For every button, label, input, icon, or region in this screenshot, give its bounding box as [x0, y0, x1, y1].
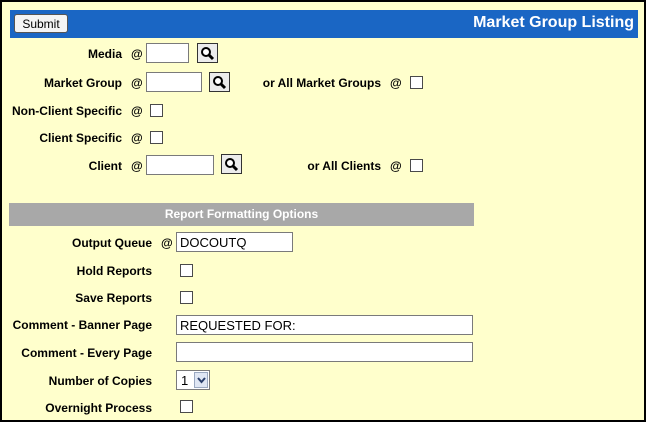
copies-value: 1 [181, 373, 189, 388]
copies-label: Number of Copies [48, 374, 152, 388]
comment-banner-input[interactable] [176, 315, 473, 335]
hold-reports-checkbox[interactable] [180, 264, 193, 277]
title-bar: Submit Market Group Listing [10, 10, 638, 38]
copies-select[interactable]: 1 [176, 370, 210, 390]
output-queue-input[interactable] [176, 232, 293, 252]
all-clients-label: or All Clients [307, 159, 381, 173]
client-specific-at: @ [131, 131, 143, 145]
non-client-specific-at: @ [131, 104, 143, 118]
media-lookup-button[interactable] [197, 43, 218, 63]
client-lookup-button[interactable] [221, 154, 242, 174]
client-label: Client [88, 159, 122, 173]
market-group-input[interactable] [146, 72, 202, 92]
media-input[interactable] [146, 43, 189, 63]
output-queue-at: @ [161, 236, 173, 250]
media-at: @ [131, 47, 143, 61]
all-clients-checkbox[interactable] [410, 159, 423, 172]
output-queue-label: Output Queue [72, 236, 152, 250]
all-market-groups-checkbox[interactable] [410, 76, 423, 89]
all-clients-at: @ [390, 159, 402, 173]
save-reports-label: Save Reports [75, 291, 152, 305]
client-specific-checkbox[interactable] [150, 131, 163, 144]
submit-button[interactable]: Submit [14, 14, 68, 33]
magnifier-icon [213, 76, 227, 90]
non-client-specific-label: Non-Client Specific [11, 104, 122, 118]
client-input[interactable] [146, 155, 214, 175]
market-group-at: @ [131, 76, 143, 90]
all-market-groups-at: @ [390, 76, 402, 90]
market-group-label: Market Group [43, 76, 122, 90]
media-label: Media [87, 47, 122, 61]
market-group-lookup-button[interactable] [209, 72, 230, 92]
hold-reports-label: Hold Reports [76, 264, 152, 278]
client-specific-label: Client Specific [39, 131, 122, 145]
chevron-down-icon[interactable] [194, 372, 208, 388]
magnifier-icon [201, 47, 215, 61]
magnifier-icon [225, 158, 239, 172]
comment-banner-label: Comment - Banner Page [12, 318, 152, 332]
page-title: Market Group Listing [473, 14, 634, 31]
client-at: @ [131, 159, 143, 173]
non-client-specific-checkbox[interactable] [150, 104, 163, 117]
overnight-checkbox[interactable] [180, 400, 193, 413]
comment-every-label: Comment - Every Page [21, 346, 152, 360]
overnight-label: Overnight Process [45, 401, 152, 415]
report-formatting-header: Report Formatting Options [9, 203, 474, 226]
save-reports-checkbox[interactable] [180, 291, 193, 304]
comment-every-input[interactable] [176, 342, 473, 362]
all-market-groups-label: or All Market Groups [262, 76, 381, 90]
